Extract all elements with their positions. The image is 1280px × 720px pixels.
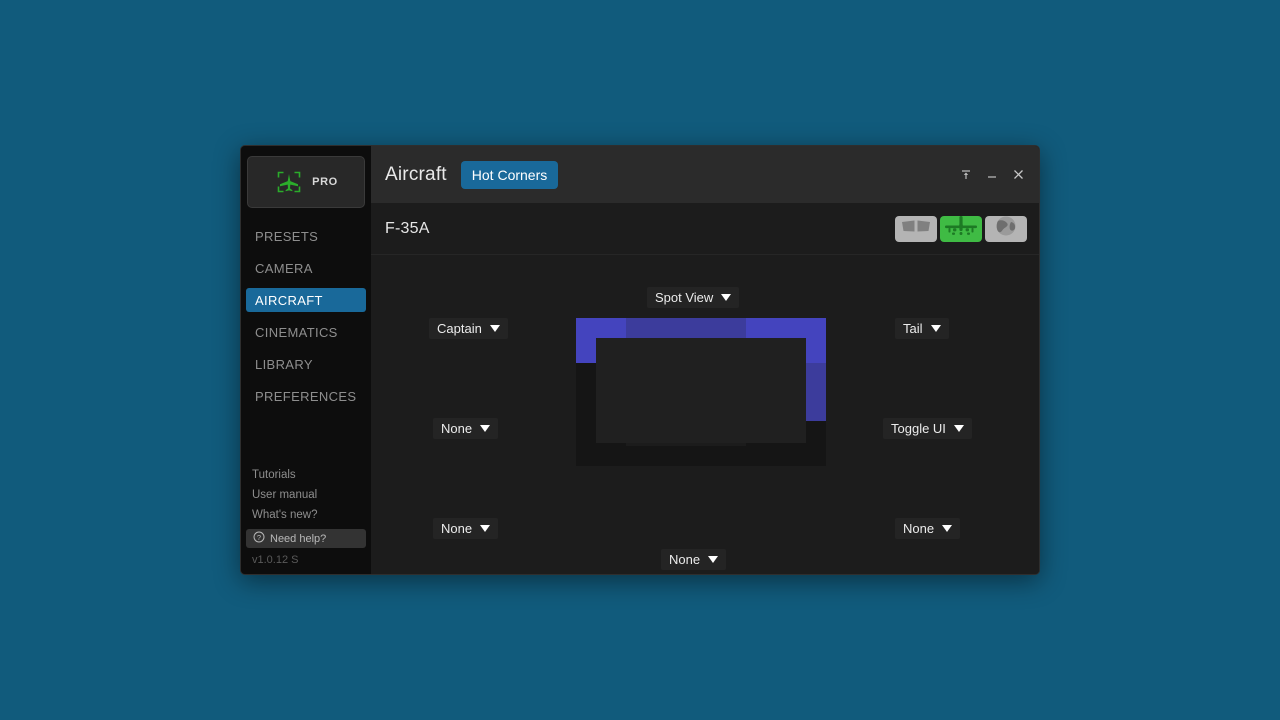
question-circle-icon: ?	[253, 531, 265, 546]
hot-corner-dropdown-top-left[interactable]: Captain	[429, 318, 508, 339]
need-help-button[interactable]: ? Need help?	[246, 529, 366, 548]
chevron-down-icon	[930, 325, 941, 332]
sidebar-nav: PRESETS CAMERA AIRCRAFT CINEMATICS LIBRA…	[241, 220, 371, 412]
minimize-icon[interactable]	[979, 162, 1005, 188]
page-title: Aircraft	[385, 163, 447, 185]
sidebar-item-library[interactable]: LIBRARY	[246, 352, 366, 376]
close-icon[interactable]	[1005, 162, 1031, 188]
cockpit-windows-icon	[899, 216, 933, 241]
dropdown-value: None	[903, 521, 935, 536]
grid-cell-top-left-arm	[576, 318, 626, 338]
sidebar-item-label: PRESETS	[255, 228, 319, 244]
dropdown-value: Toggle UI	[891, 421, 946, 436]
chevron-down-icon	[721, 294, 732, 301]
grid-cell-bottom-center	[626, 446, 746, 466]
grid-cell-top-center	[626, 318, 746, 338]
dropdown-value: None	[441, 521, 473, 536]
grid-cell-top-right-arm	[806, 318, 826, 363]
sidebar-item-cinematics[interactable]: CINEMATICS	[246, 320, 366, 344]
link-user-manual[interactable]: User manual	[241, 485, 371, 505]
desktop-background: PRO PRESETS CAMERA AIRCRAFT CINEMATICS L…	[0, 0, 1280, 720]
mode-button-exterior-view[interactable]	[940, 215, 982, 242]
aircraft-bracket-logo-icon	[274, 167, 304, 197]
sidebar-item-label: AIRCRAFT	[255, 292, 323, 308]
sidebar-item-label: LIBRARY	[255, 356, 313, 372]
svg-text:?: ?	[257, 533, 261, 542]
sidebar-item-camera[interactable]: CAMERA	[246, 256, 366, 280]
brand-pro-label: PRO	[312, 176, 338, 188]
mode-button-cockpit-view[interactable]	[895, 215, 937, 242]
hot-corner-dropdown-bottom-right[interactable]: None	[895, 518, 961, 539]
sidebar-item-preferences[interactable]: PREFERENCES	[246, 384, 366, 408]
main-panel: Aircraft Hot Corners F-35A Spot View Cap…	[371, 146, 1039, 574]
hot-corner-dropdown-bottom-center[interactable]: None	[661, 549, 727, 570]
app-window: PRO PRESETS CAMERA AIRCRAFT CINEMATICS L…	[240, 145, 1040, 575]
dropdown-value: Tail	[903, 321, 923, 336]
chevron-down-icon	[489, 325, 500, 332]
link-tutorials[interactable]: Tutorials	[241, 465, 371, 485]
sidebar-item-label: PREFERENCES	[255, 388, 357, 404]
link-label: Tutorials	[252, 469, 296, 481]
sidebar: PRO PRESETS CAMERA AIRCRAFT CINEMATICS L…	[241, 146, 371, 574]
version-label: v1.0.12 S	[252, 554, 299, 566]
aircraft-front-icon	[943, 216, 979, 242]
hot-corner-dropdown-top-right[interactable]: Tail	[895, 318, 949, 339]
link-label: What's new?	[252, 509, 318, 521]
hot-corner-dropdown-bottom-left[interactable]: None	[433, 518, 499, 539]
chevron-down-icon	[480, 525, 491, 532]
aircraft-name-label: F-35A	[385, 219, 430, 237]
dropdown-value: None	[441, 421, 473, 436]
mode-button-world-view[interactable]	[985, 215, 1027, 242]
titlebar: Aircraft Hot Corners	[371, 146, 1039, 203]
dropdown-value: None	[669, 552, 701, 567]
pin-top-icon[interactable]	[953, 162, 979, 188]
chevron-down-icon	[953, 425, 964, 432]
chevron-down-icon	[708, 556, 719, 563]
chevron-down-icon	[942, 525, 953, 532]
brand-logo-pro[interactable]: PRO	[247, 156, 365, 208]
subheader: F-35A	[371, 203, 1039, 255]
dropdown-value: Captain	[437, 321, 482, 336]
link-label: User manual	[252, 489, 318, 501]
hot-corners-grid-preview	[576, 318, 826, 466]
sidebar-item-label: CAMERA	[255, 260, 313, 276]
grid-screen-area	[596, 338, 806, 443]
hot-corners-stage: Spot View Captain Tail None Toggle UI No…	[371, 255, 1039, 574]
need-help-label: Need help?	[270, 532, 327, 545]
globe-icon	[989, 216, 1023, 242]
link-whats-new[interactable]: What's new?	[241, 505, 371, 525]
grid-cell-middle-right	[806, 363, 826, 421]
sidebar-item-aircraft[interactable]: AIRCRAFT	[246, 288, 366, 312]
dropdown-value: Spot View	[655, 290, 714, 305]
hot-corner-dropdown-middle-left[interactable]: None	[433, 418, 499, 439]
grid-cell-middle-left	[576, 363, 596, 421]
sidebar-item-label: CINEMATICS	[255, 324, 338, 340]
chevron-down-icon	[480, 425, 491, 432]
hot-corner-dropdown-middle-right[interactable]: Toggle UI	[883, 418, 972, 439]
hot-corner-dropdown-top-center[interactable]: Spot View	[647, 287, 740, 308]
tab-hot-corners[interactable]: Hot Corners	[460, 160, 559, 189]
sidebar-item-presets[interactable]: PRESETS	[246, 224, 366, 248]
mode-button-group	[895, 215, 1027, 242]
